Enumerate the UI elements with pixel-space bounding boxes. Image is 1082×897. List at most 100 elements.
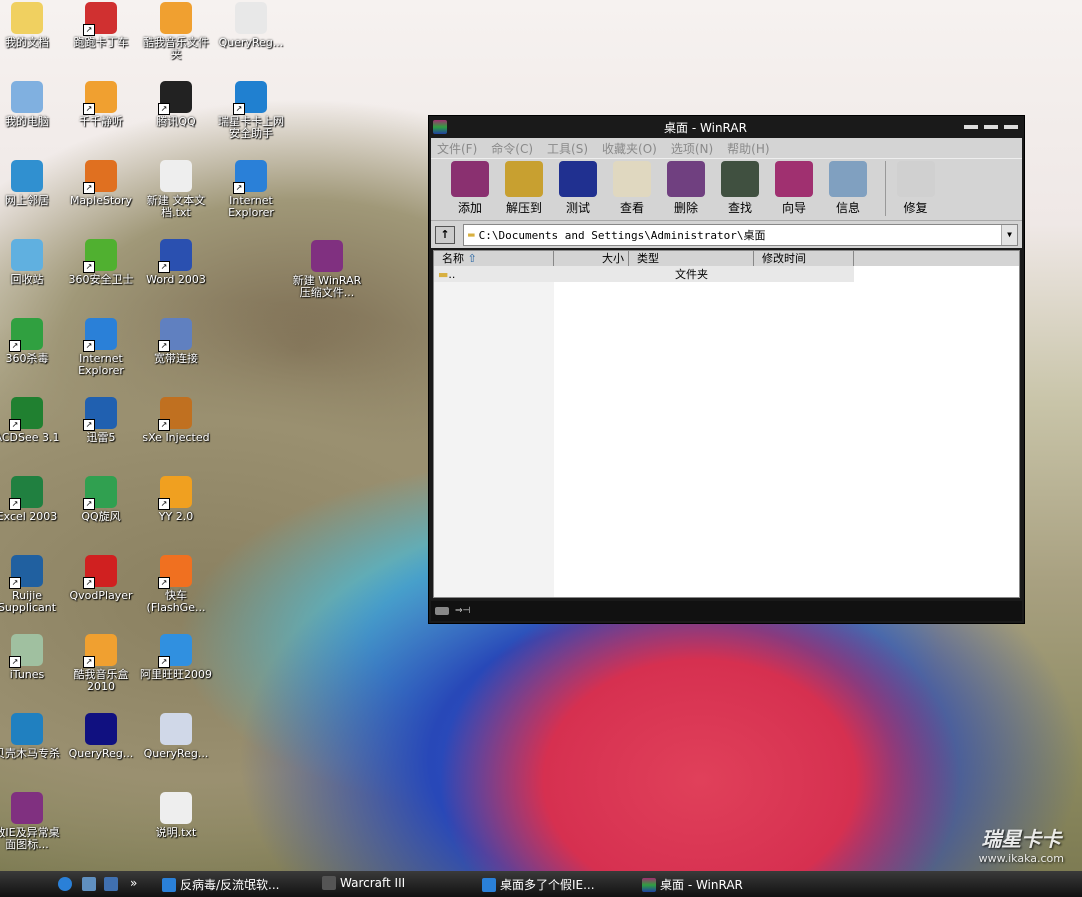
app-icon [11, 81, 43, 113]
desktop-quicklaunch-icon[interactable] [82, 877, 96, 891]
desktop-icon[interactable]: QueryReg... [139, 713, 213, 760]
desktop-icon-label: YY 2.0 [158, 510, 194, 523]
maximize-button[interactable] [984, 125, 998, 129]
desktop-icon[interactable]: 腾讯QQ [139, 81, 213, 128]
menu-item[interactable]: 帮助(H) [727, 140, 769, 157]
toolbar-button[interactable]: 查找 [713, 161, 767, 216]
desktop-icon[interactable]: 瑞星卡卡上网安全助手 [214, 81, 288, 140]
desktop-icon[interactable]: 网上邻居 [0, 160, 64, 207]
desktop-icon-label: 贝壳木马专杀 [0, 747, 60, 760]
app-icon [11, 713, 43, 745]
desktop-icon-label: 360安全卫士 [68, 273, 134, 286]
desktop-icon[interactable]: 迅雷5 [64, 397, 138, 444]
desktop-icon[interactable]: iTunes [0, 634, 64, 681]
drive-icon [435, 607, 449, 615]
toolbar-button[interactable]: 查看 [605, 161, 659, 216]
menu-item[interactable]: 工具(S) [547, 140, 588, 157]
desktop-icon[interactable]: Excel 2003 [0, 476, 64, 523]
app-icon [9, 318, 43, 352]
desktop-icon[interactable]: 快车(FlashGe... [139, 555, 213, 614]
desktop-icon[interactable]: 救IE及异常桌面图标... [0, 792, 64, 851]
column-size[interactable]: 大小 [554, 251, 629, 266]
menu-item[interactable]: 命令(C) [491, 140, 533, 157]
up-folder-button[interactable]: ↑ [435, 225, 455, 244]
app-icon [158, 397, 192, 431]
menu-bar: 文件(F) 命令(C) 工具(S) 收藏夹(O) 选项(N) 帮助(H) [431, 138, 1022, 158]
desktop-icon[interactable]: QvodPlayer [64, 555, 138, 602]
desktop-icon[interactable]: 我的电脑 [0, 81, 64, 128]
desktop-icon[interactable]: MapleStory [64, 160, 138, 207]
desktop-icon[interactable]: Ruijie Supplicant [0, 555, 64, 614]
desktop-icon[interactable]: YY 2.0 [139, 476, 213, 523]
app-icon [233, 160, 267, 194]
desktop-icon[interactable]: 我的文档 [0, 2, 64, 49]
app-icon [158, 555, 192, 589]
toolbar-button[interactable]: 删除 [659, 161, 713, 216]
column-name[interactable]: 名称 ⇧ [434, 251, 554, 266]
taskbar-item-antivirus[interactable]: 反病毒/反流氓软... [162, 876, 280, 893]
menu-item[interactable]: 选项(N) [671, 140, 713, 157]
desktop-icon-label: Internet Explorer [78, 352, 124, 377]
folder-icon: ▬ [468, 228, 475, 241]
menu-item[interactable]: 文件(F) [437, 140, 477, 157]
ie-quicklaunch-icon[interactable] [58, 877, 72, 891]
app-quicklaunch-icon[interactable] [104, 877, 118, 891]
desktop-icon[interactable]: 宽带连接 [139, 318, 213, 365]
taskbar-item-winrar[interactable]: 桌面 - WinRAR [642, 876, 743, 893]
desktop-icon[interactable]: QueryReg... [214, 2, 288, 49]
status-icon: ⇒⊣ [455, 606, 471, 616]
desktop-icon[interactable]: 说明.txt [139, 792, 213, 839]
desktop-icon[interactable]: 新建 文本文档.txt [139, 160, 213, 219]
desktop-icon[interactable]: 贝壳木马专杀 [0, 713, 64, 760]
toolbar-button[interactable]: 修复 [885, 161, 939, 216]
desktop-icon[interactable]: Internet Explorer [214, 160, 288, 219]
desktop-icon[interactable]: 360安全卫士 [64, 239, 138, 286]
chevron-down-icon[interactable]: ▼ [1001, 224, 1017, 245]
app-icon [160, 713, 192, 745]
column-modified[interactable]: 修改时间 [754, 251, 854, 266]
desktop-icon[interactable]: 新建 WinRAR 压缩文件... [290, 240, 364, 299]
desktop-icon[interactable]: sXe Injected [139, 397, 213, 444]
desktop-icon[interactable]: QueryReg... [64, 713, 138, 760]
toolbar-button[interactable]: 测试 [551, 161, 605, 216]
desktop-icon[interactable]: 千千静听 [64, 81, 138, 128]
desktop-icon-label: 宽带连接 [154, 352, 198, 365]
toolbar-button[interactable]: 解压到 [497, 161, 551, 216]
row-type: 文件夹 [675, 268, 708, 281]
desktop-icon[interactable]: Word 2003 [139, 239, 213, 286]
close-button[interactable] [1004, 125, 1018, 129]
app-icon [158, 318, 192, 352]
minimize-button[interactable] [964, 125, 978, 129]
desktop-icon[interactable]: 酷我音乐盒2010 [64, 634, 138, 693]
desktop-icon[interactable]: 回收站 [0, 239, 64, 286]
warcraft-icon [322, 876, 336, 890]
taskbar-item-warcraft[interactable]: Warcraft III [322, 876, 405, 890]
quicklaunch-more-button[interactable]: » [130, 876, 137, 890]
toolbar-label: 解压到 [505, 201, 542, 215]
title-bar[interactable]: 桌面 - WinRAR [429, 116, 1024, 138]
file-list[interactable]: 名称 ⇧ 大小 类型 修改时间 ▬.. 文件夹 [433, 250, 1020, 598]
desktop-icon[interactable]: 跑跑卡丁车 [64, 2, 138, 49]
desktop-icon[interactable]: ACDSee 3.1 [0, 397, 64, 444]
column-type[interactable]: 类型 [629, 251, 754, 266]
desktop-icon[interactable]: 360杀毒 [0, 318, 64, 365]
ie-page-icon [162, 877, 176, 892]
desktop-icon-label: iTunes [9, 668, 45, 681]
toolbar-button[interactable]: 添加 [443, 161, 497, 216]
desktop-icon[interactable]: QQ旋风 [64, 476, 138, 523]
winrar-window: 桌面 - WinRAR 文件(F) 命令(C) 工具(S) 收藏夹(O) 选项(N) 帮助… [428, 115, 1025, 624]
table-row[interactable]: ▬.. 文件夹 [434, 266, 854, 282]
menu-item[interactable]: 收藏夹(O) [602, 140, 657, 157]
desktop-icon[interactable]: 酷我音乐文件夹 [139, 2, 213, 61]
desktop-icon-label: 酷我音乐文件夹 [143, 36, 209, 61]
taskbar-item-fake-ie[interactable]: 桌面多了个假IE... [482, 876, 595, 893]
desktop-icon[interactable]: 阿里旺旺2009 [139, 634, 213, 681]
desktop-icon-label: MapleStory [69, 194, 133, 207]
desktop-icon-label: 我的文档 [5, 36, 49, 49]
app-icon [9, 397, 43, 431]
path-combobox[interactable]: ▬ C:\Documents and Settings\Administrato… [463, 223, 1018, 246]
desktop-icon[interactable]: Internet Explorer [64, 318, 138, 377]
desktop-icon-label: 新建 WinRAR 压缩文件... [292, 274, 362, 299]
toolbar-button[interactable]: 向导 [767, 161, 821, 216]
toolbar-button[interactable]: 信息 [821, 161, 875, 216]
